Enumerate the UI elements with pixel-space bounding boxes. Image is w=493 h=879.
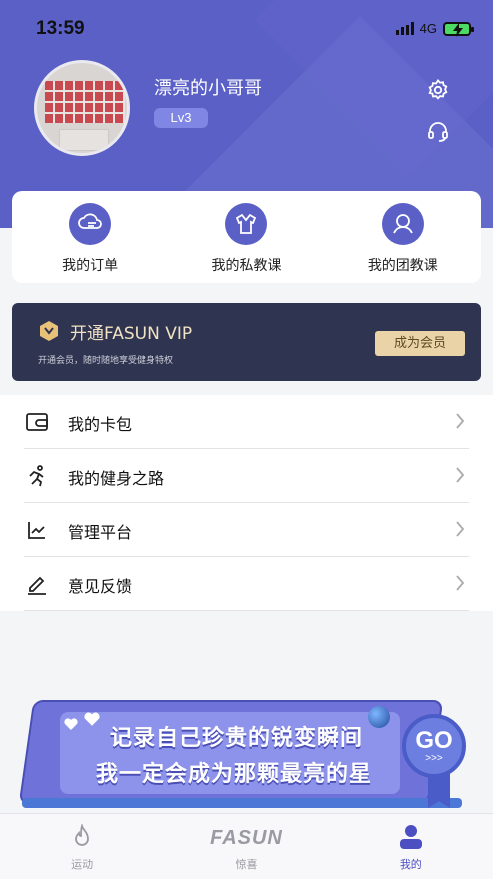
settings-gear-icon[interactable] (424, 76, 452, 104)
chevron-right-icon (455, 412, 465, 434)
menu-item-label: 意见反馈 (68, 577, 133, 596)
tab-label: 我的 (399, 858, 422, 871)
ball-icon (368, 706, 390, 728)
bottom-tab-bar: 运动 FASUN 惊喜 我的 (0, 813, 493, 879)
tab-sport[interactable]: 运动 (0, 814, 164, 879)
private-coach-icon (225, 203, 268, 245)
group-class-icon (381, 203, 424, 245)
menu-item-label: 管理平台 (68, 523, 133, 542)
customer-service-icon[interactable] (424, 117, 452, 145)
menu-item-label: 我的卡包 (68, 415, 133, 434)
quick-actions-card: 我的订单 我的私教课 我的团教课 (12, 191, 481, 283)
go-badge-label: GO (415, 727, 453, 754)
tab-label: 惊喜 (235, 858, 258, 871)
menu-item-fitness-journey[interactable]: 我的健身之路 (0, 449, 493, 503)
promo-line-1: 记录自己珍贵的锐变瞬间 (110, 726, 364, 751)
menu-item-wallet[interactable]: 我的卡包 (0, 395, 493, 449)
tab-mine[interactable]: 我的 (329, 814, 493, 879)
vip-crown-icon (38, 320, 60, 346)
menu-item-management-platform[interactable]: 管理平台 (0, 503, 493, 557)
status-bar: 13:59 4G (0, 0, 493, 56)
status-time: 13:59 (36, 18, 85, 39)
chevron-right-icon (455, 466, 465, 488)
heart-icon (84, 712, 100, 731)
vip-title: 开通FASUN VIP (70, 324, 193, 344)
my-private-class-button[interactable]: 我的私教课 (181, 203, 311, 283)
status-indicators: 4G (395, 21, 474, 37)
tab-label: 运动 (71, 858, 94, 871)
chart-line-icon (24, 517, 50, 543)
person-icon (329, 814, 493, 850)
vip-subtitle: 开通会员，随时随地享受健身特权 (38, 356, 174, 366)
fasun-logo-text: FASUN (210, 827, 283, 849)
network-type: 4G (419, 21, 437, 36)
settings-menu: 我的卡包 我的健身之路 管理平台 意见反馈 (0, 395, 493, 611)
flame-icon (0, 814, 164, 850)
quick-action-label: 我的订单 (62, 258, 119, 274)
go-badge[interactable]: GO >>> (402, 714, 466, 778)
fasun-logo: FASUN (164, 814, 328, 850)
quick-action-label: 我的团教课 (367, 258, 438, 274)
battery-icon (443, 21, 474, 37)
promo-line-2: 我一定会成为那颗最亮的星 (96, 762, 373, 787)
become-member-button[interactable]: 成为会员 (375, 331, 465, 356)
level-badge: Lv3 (154, 108, 208, 128)
menu-item-label: 我的健身之路 (68, 469, 165, 488)
heart-icon (64, 716, 78, 735)
edit-icon (24, 571, 50, 597)
avatar[interactable] (34, 60, 130, 156)
my-orders-button[interactable]: 我的订单 (25, 203, 155, 283)
chevron-right-icon (455, 520, 465, 542)
running-icon (24, 463, 50, 489)
menu-item-feedback[interactable]: 意见反馈 (0, 557, 493, 611)
promo-banner[interactable]: 记录自己珍贵的锐变瞬间 我一定会成为那颗最亮的星 GO >>> (0, 690, 493, 818)
order-icon (69, 203, 112, 245)
promo-base (22, 798, 462, 808)
signal-icon (395, 22, 414, 35)
vip-banner[interactable]: 开通FASUN VIP 开通会员，随时随地享受健身特权 成为会员 (12, 303, 481, 381)
quick-action-label: 我的私教课 (211, 258, 282, 274)
go-badge-arrows: >>> (425, 753, 443, 764)
wallet-icon (24, 409, 50, 435)
chevron-right-icon (455, 574, 465, 596)
my-group-class-button[interactable]: 我的团教课 (338, 203, 468, 283)
username[interactable]: 漂亮的小哥哥 (154, 74, 262, 100)
tab-surprise[interactable]: FASUN 惊喜 (164, 814, 328, 879)
